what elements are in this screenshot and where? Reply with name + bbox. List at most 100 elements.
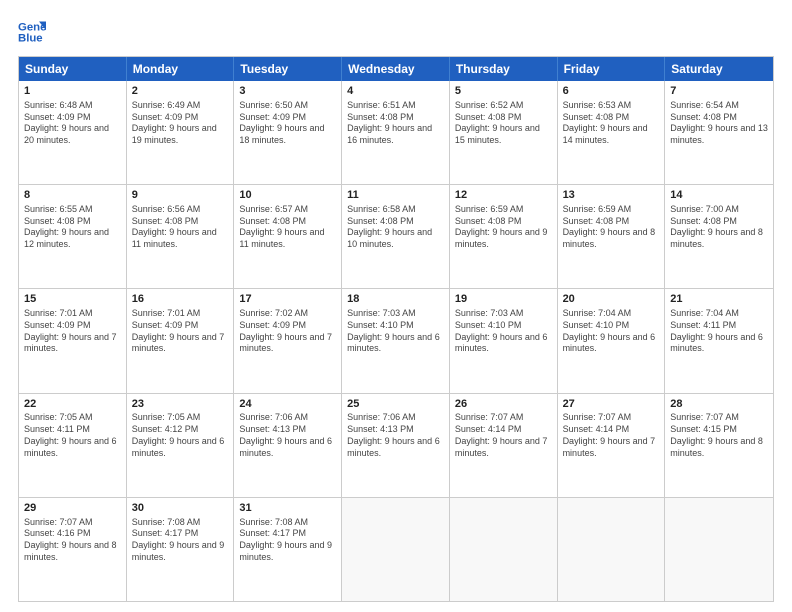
day-cell-1: 1Sunrise: 6:48 AMSunset: 4:09 PMDaylight… xyxy=(19,81,127,184)
day-info: Sunrise: 7:03 AMSunset: 4:10 PMDaylight:… xyxy=(347,308,444,355)
day-info: Sunrise: 7:03 AMSunset: 4:10 PMDaylight:… xyxy=(455,308,552,355)
day-number: 3 xyxy=(239,84,336,99)
day-number: 6 xyxy=(563,84,660,99)
calendar-week-2: 8Sunrise: 6:55 AMSunset: 4:08 PMDaylight… xyxy=(19,184,773,288)
day-cell-12: 12Sunrise: 6:59 AMSunset: 4:08 PMDayligh… xyxy=(450,185,558,288)
day-number: 18 xyxy=(347,292,444,307)
day-number: 14 xyxy=(670,188,768,203)
day-number: 20 xyxy=(563,292,660,307)
calendar-page: General Blue SundayMondayTuesdayWednesda… xyxy=(0,0,792,612)
day-number: 13 xyxy=(563,188,660,203)
day-info: Sunrise: 6:59 AMSunset: 4:08 PMDaylight:… xyxy=(455,204,552,251)
day-number: 9 xyxy=(132,188,229,203)
day-cell-29: 29Sunrise: 7:07 AMSunset: 4:16 PMDayligh… xyxy=(19,498,127,601)
day-number: 31 xyxy=(239,501,336,516)
day-info: Sunrise: 6:53 AMSunset: 4:08 PMDaylight:… xyxy=(563,100,660,147)
day-cell-11: 11Sunrise: 6:58 AMSunset: 4:08 PMDayligh… xyxy=(342,185,450,288)
header-day-friday: Friday xyxy=(558,57,666,81)
day-info: Sunrise: 7:04 AMSunset: 4:11 PMDaylight:… xyxy=(670,308,768,355)
day-cell-19: 19Sunrise: 7:03 AMSunset: 4:10 PMDayligh… xyxy=(450,289,558,392)
day-info: Sunrise: 6:57 AMSunset: 4:08 PMDaylight:… xyxy=(239,204,336,251)
logo: General Blue xyxy=(18,18,46,46)
page-header: General Blue xyxy=(18,18,774,46)
day-number: 8 xyxy=(24,188,121,203)
day-cell-22: 22Sunrise: 7:05 AMSunset: 4:11 PMDayligh… xyxy=(19,394,127,497)
day-number: 27 xyxy=(563,397,660,412)
day-number: 12 xyxy=(455,188,552,203)
empty-cell xyxy=(558,498,666,601)
day-number: 2 xyxy=(132,84,229,99)
day-cell-7: 7Sunrise: 6:54 AMSunset: 4:08 PMDaylight… xyxy=(665,81,773,184)
empty-cell xyxy=(342,498,450,601)
day-cell-26: 26Sunrise: 7:07 AMSunset: 4:14 PMDayligh… xyxy=(450,394,558,497)
day-number: 23 xyxy=(132,397,229,412)
header-day-sunday: Sunday xyxy=(19,57,127,81)
day-cell-15: 15Sunrise: 7:01 AMSunset: 4:09 PMDayligh… xyxy=(19,289,127,392)
day-info: Sunrise: 6:55 AMSunset: 4:08 PMDaylight:… xyxy=(24,204,121,251)
day-cell-28: 28Sunrise: 7:07 AMSunset: 4:15 PMDayligh… xyxy=(665,394,773,497)
day-cell-21: 21Sunrise: 7:04 AMSunset: 4:11 PMDayligh… xyxy=(665,289,773,392)
day-cell-16: 16Sunrise: 7:01 AMSunset: 4:09 PMDayligh… xyxy=(127,289,235,392)
logo-icon: General Blue xyxy=(18,18,46,46)
day-info: Sunrise: 7:05 AMSunset: 4:12 PMDaylight:… xyxy=(132,412,229,459)
day-number: 5 xyxy=(455,84,552,99)
day-info: Sunrise: 7:07 AMSunset: 4:15 PMDaylight:… xyxy=(670,412,768,459)
day-info: Sunrise: 7:08 AMSunset: 4:17 PMDaylight:… xyxy=(239,517,336,564)
calendar: SundayMondayTuesdayWednesdayThursdayFrid… xyxy=(18,56,774,602)
day-cell-24: 24Sunrise: 7:06 AMSunset: 4:13 PMDayligh… xyxy=(234,394,342,497)
day-number: 22 xyxy=(24,397,121,412)
day-info: Sunrise: 7:06 AMSunset: 4:13 PMDaylight:… xyxy=(239,412,336,459)
day-cell-6: 6Sunrise: 6:53 AMSunset: 4:08 PMDaylight… xyxy=(558,81,666,184)
day-info: Sunrise: 7:06 AMSunset: 4:13 PMDaylight:… xyxy=(347,412,444,459)
calendar-week-1: 1Sunrise: 6:48 AMSunset: 4:09 PMDaylight… xyxy=(19,81,773,184)
day-info: Sunrise: 6:48 AMSunset: 4:09 PMDaylight:… xyxy=(24,100,121,147)
day-info: Sunrise: 7:05 AMSunset: 4:11 PMDaylight:… xyxy=(24,412,121,459)
day-number: 21 xyxy=(670,292,768,307)
calendar-week-3: 15Sunrise: 7:01 AMSunset: 4:09 PMDayligh… xyxy=(19,288,773,392)
day-cell-3: 3Sunrise: 6:50 AMSunset: 4:09 PMDaylight… xyxy=(234,81,342,184)
header-day-tuesday: Tuesday xyxy=(234,57,342,81)
day-number: 24 xyxy=(239,397,336,412)
day-cell-8: 8Sunrise: 6:55 AMSunset: 4:08 PMDaylight… xyxy=(19,185,127,288)
day-cell-9: 9Sunrise: 6:56 AMSunset: 4:08 PMDaylight… xyxy=(127,185,235,288)
day-number: 17 xyxy=(239,292,336,307)
day-cell-27: 27Sunrise: 7:07 AMSunset: 4:14 PMDayligh… xyxy=(558,394,666,497)
day-info: Sunrise: 6:51 AMSunset: 4:08 PMDaylight:… xyxy=(347,100,444,147)
day-cell-17: 17Sunrise: 7:02 AMSunset: 4:09 PMDayligh… xyxy=(234,289,342,392)
calendar-body: 1Sunrise: 6:48 AMSunset: 4:09 PMDaylight… xyxy=(19,81,773,601)
day-info: Sunrise: 7:07 AMSunset: 4:16 PMDaylight:… xyxy=(24,517,121,564)
day-cell-23: 23Sunrise: 7:05 AMSunset: 4:12 PMDayligh… xyxy=(127,394,235,497)
day-cell-4: 4Sunrise: 6:51 AMSunset: 4:08 PMDaylight… xyxy=(342,81,450,184)
svg-text:Blue: Blue xyxy=(18,33,43,45)
day-cell-20: 20Sunrise: 7:04 AMSunset: 4:10 PMDayligh… xyxy=(558,289,666,392)
day-cell-30: 30Sunrise: 7:08 AMSunset: 4:17 PMDayligh… xyxy=(127,498,235,601)
day-cell-2: 2Sunrise: 6:49 AMSunset: 4:09 PMDaylight… xyxy=(127,81,235,184)
day-number: 28 xyxy=(670,397,768,412)
day-cell-25: 25Sunrise: 7:06 AMSunset: 4:13 PMDayligh… xyxy=(342,394,450,497)
calendar-week-4: 22Sunrise: 7:05 AMSunset: 4:11 PMDayligh… xyxy=(19,393,773,497)
day-info: Sunrise: 6:59 AMSunset: 4:08 PMDaylight:… xyxy=(563,204,660,251)
day-info: Sunrise: 7:07 AMSunset: 4:14 PMDaylight:… xyxy=(455,412,552,459)
day-info: Sunrise: 7:01 AMSunset: 4:09 PMDaylight:… xyxy=(132,308,229,355)
day-cell-31: 31Sunrise: 7:08 AMSunset: 4:17 PMDayligh… xyxy=(234,498,342,601)
day-info: Sunrise: 6:50 AMSunset: 4:09 PMDaylight:… xyxy=(239,100,336,147)
day-info: Sunrise: 6:54 AMSunset: 4:08 PMDaylight:… xyxy=(670,100,768,147)
header-day-thursday: Thursday xyxy=(450,57,558,81)
day-info: Sunrise: 7:01 AMSunset: 4:09 PMDaylight:… xyxy=(24,308,121,355)
calendar-week-5: 29Sunrise: 7:07 AMSunset: 4:16 PMDayligh… xyxy=(19,497,773,601)
day-cell-14: 14Sunrise: 7:00 AMSunset: 4:08 PMDayligh… xyxy=(665,185,773,288)
day-info: Sunrise: 6:52 AMSunset: 4:08 PMDaylight:… xyxy=(455,100,552,147)
day-info: Sunrise: 6:49 AMSunset: 4:09 PMDaylight:… xyxy=(132,100,229,147)
empty-cell xyxy=(450,498,558,601)
day-info: Sunrise: 7:00 AMSunset: 4:08 PMDaylight:… xyxy=(670,204,768,251)
day-number: 25 xyxy=(347,397,444,412)
day-number: 15 xyxy=(24,292,121,307)
day-info: Sunrise: 7:07 AMSunset: 4:14 PMDaylight:… xyxy=(563,412,660,459)
day-info: Sunrise: 6:56 AMSunset: 4:08 PMDaylight:… xyxy=(132,204,229,251)
day-number: 10 xyxy=(239,188,336,203)
header-day-wednesday: Wednesday xyxy=(342,57,450,81)
day-info: Sunrise: 7:04 AMSunset: 4:10 PMDaylight:… xyxy=(563,308,660,355)
day-number: 11 xyxy=(347,188,444,203)
day-number: 7 xyxy=(670,84,768,99)
day-info: Sunrise: 7:08 AMSunset: 4:17 PMDaylight:… xyxy=(132,517,229,564)
